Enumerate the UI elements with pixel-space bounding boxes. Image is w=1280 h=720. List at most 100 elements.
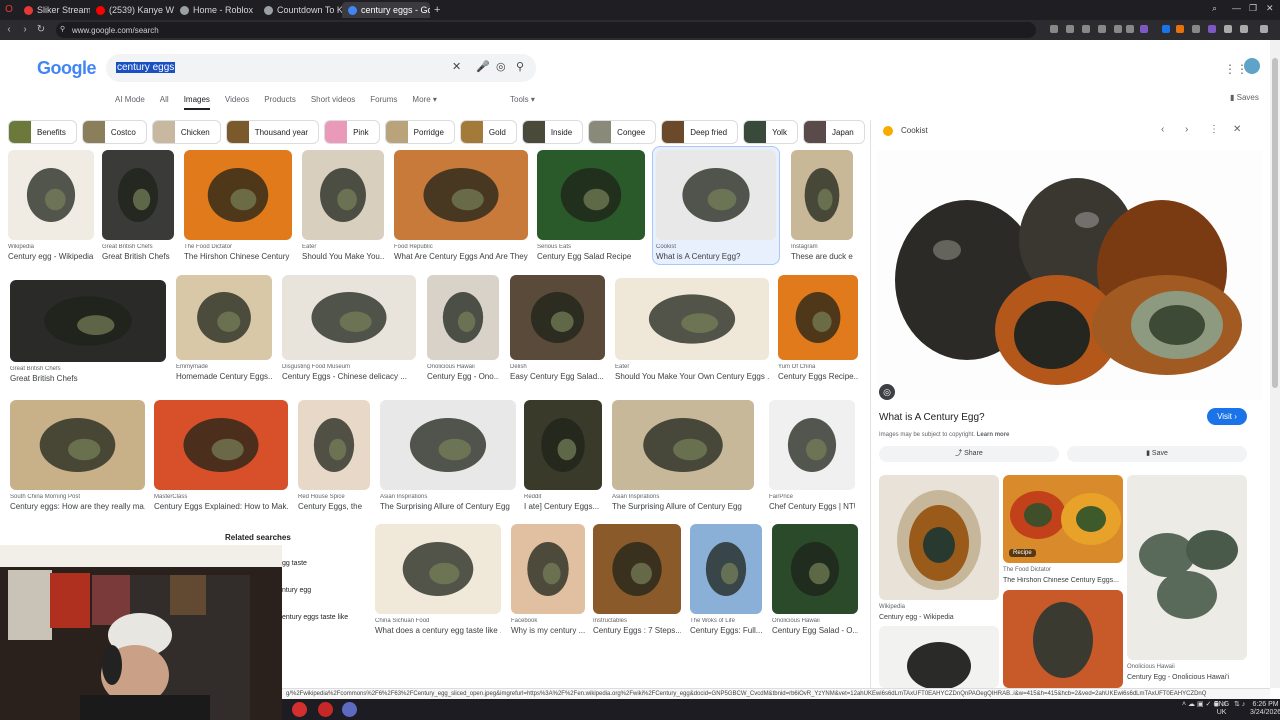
extension-icon[interactable] (1260, 25, 1268, 33)
image-result[interactable]: China Sichuan Food What does a century eg… (375, 524, 501, 635)
result-caption[interactable]: Should You Make You... (302, 252, 384, 261)
image-result[interactable]: Facebook Why is my century ... (511, 524, 585, 635)
related-image[interactable] (1003, 590, 1123, 688)
result-thumbnail[interactable] (511, 524, 585, 614)
search-tabs-icon[interactable]: ⌕ (1212, 3, 1217, 14)
extension-icon[interactable] (1050, 25, 1058, 33)
url-field[interactable]: ⚲ www.google.com/search (56, 22, 1036, 38)
image-result[interactable]: Reddit I ate] Century Eggs... (524, 400, 602, 511)
panel-title[interactable]: What is A Century Egg? (879, 412, 985, 423)
extension-icon[interactable] (1208, 25, 1216, 33)
result-caption[interactable]: The Surprising Allure of Century Egg (380, 502, 516, 511)
result-thumbnail[interactable] (612, 400, 754, 490)
result-caption[interactable]: I ate] Century Eggs... (524, 502, 602, 511)
image-result[interactable]: Asian Inspirations The Surprising Allure … (380, 400, 516, 511)
image-result[interactable]: Great British Chefs Great British Chefs (10, 280, 166, 383)
learn-more-link[interactable]: Learn more (977, 432, 1010, 438)
tab-videos[interactable]: Videos (225, 95, 249, 110)
image-result[interactable]: Onolicious Hawaii Century Egg Salad - O..… (772, 524, 858, 635)
image-result[interactable]: Emmymade Homemade Century Eggs... (176, 275, 272, 381)
result-caption[interactable]: Homemade Century Eggs... (176, 372, 272, 381)
tab-short-videos[interactable]: Short videos (311, 95, 355, 110)
image-result[interactable]: Disgusting Food Museum Century Eggs - Chi… (282, 275, 416, 381)
heart-icon[interactable] (1098, 25, 1106, 33)
result-thumbnail[interactable] (524, 400, 602, 490)
image-result[interactable]: Wikipedia Century egg - Wikipedia (8, 150, 94, 261)
avatar[interactable] (1244, 58, 1260, 74)
next-icon[interactable]: › (1185, 124, 1188, 135)
result-thumbnail[interactable] (778, 275, 858, 360)
result-thumbnail[interactable] (8, 150, 94, 240)
site-info-icon[interactable]: ⚲ (60, 25, 65, 33)
tab-products[interactable]: Products (264, 95, 296, 110)
result-thumbnail[interactable] (615, 278, 769, 360)
tab-all[interactable]: All (160, 95, 169, 110)
image-result[interactable]: The Food Dictator The Hirshon Chinese Cen… (184, 150, 292, 261)
tab-ai-mode[interactable]: AI Mode (115, 95, 145, 110)
panel-source[interactable]: Cookist (901, 126, 928, 135)
result-thumbnail[interactable] (282, 275, 416, 360)
result-thumbnail[interactable] (537, 150, 645, 240)
scrollbar-thumb[interactable] (1272, 58, 1278, 388)
image-result[interactable]: Instagram These are duck eg... (791, 150, 853, 261)
related-image[interactable] (1127, 475, 1247, 660)
save-button[interactable]: ▮ Save (1067, 446, 1247, 462)
back-icon[interactable]: ‹ (2, 23, 16, 37)
image-result[interactable]: MasterClass Century Eggs Explained: How t… (154, 400, 288, 511)
result-thumbnail[interactable] (769, 400, 855, 490)
result-thumbnail[interactable] (791, 150, 853, 240)
result-caption[interactable]: Century Eggs Recipe... (778, 372, 858, 381)
browser-tab[interactable]: Sliker Stream - Watch Liv (18, 2, 90, 18)
result-thumbnail[interactable] (427, 275, 499, 360)
result-thumbnail[interactable] (176, 275, 272, 360)
image-result[interactable]: FairPrice Chef Century Eggs | NTU... (769, 400, 855, 511)
app-taskbar-icon[interactable] (318, 702, 333, 717)
related-image[interactable] (879, 475, 999, 600)
visit-button[interactable]: Visit › (1207, 408, 1247, 425)
menu-icon[interactable] (1126, 25, 1134, 33)
result-thumbnail[interactable] (375, 524, 501, 614)
network-icon[interactable]: ⇅ ♪ (1234, 701, 1245, 709)
extension-icon[interactable] (1192, 25, 1200, 33)
camera-icon[interactable] (1066, 25, 1074, 33)
result-thumbnail[interactable] (394, 150, 528, 240)
result-caption[interactable]: Century eggs: How are they really ma... (10, 502, 145, 511)
result-thumbnail[interactable] (298, 400, 370, 490)
filter-chip[interactable]: Pink (324, 120, 380, 144)
google-logo[interactable]: Google (37, 58, 97, 79)
result-thumbnail[interactable] (593, 524, 681, 614)
related-caption[interactable]: The Hirshon Chinese Century Eggs... (1003, 577, 1123, 584)
result-caption[interactable]: The Hirshon Chinese Century ... (184, 252, 292, 261)
extension-icon[interactable] (1162, 25, 1170, 33)
filter-chip[interactable]: Porridge (384, 120, 455, 144)
image-result[interactable]: Great British Chefs Great British Chefs (102, 150, 174, 261)
result-caption[interactable]: The Surprising Allure of Century Egg (612, 502, 754, 511)
result-caption[interactable]: Easy Century Egg Salad... (510, 372, 605, 381)
filter-chip[interactable]: Yolk (743, 120, 798, 144)
result-thumbnail[interactable] (656, 150, 776, 240)
result-caption[interactable]: What is A Century Egg? (656, 252, 776, 261)
filter-chip[interactable]: Congee (588, 120, 657, 144)
filter-chip[interactable]: Benefits (8, 120, 77, 144)
result-thumbnail[interactable] (10, 400, 145, 490)
tab-more[interactable]: More ▾ (412, 95, 436, 110)
extension-icon[interactable] (1224, 25, 1232, 33)
close-panel-icon[interactable]: ✕ (1233, 124, 1241, 135)
extension-icon[interactable] (1240, 25, 1248, 33)
result-caption[interactable]: Chef Century Eggs | NTU... (769, 502, 855, 511)
result-caption[interactable]: These are duck eg... (791, 252, 853, 261)
image-result[interactable]: Red House Spice Century Eggs, the (298, 400, 370, 511)
result-caption[interactable]: Century Egg Salad Recipe (537, 252, 645, 261)
result-caption[interactable]: Century Eggs: Full... (690, 626, 762, 635)
image-result[interactable]: Asian Inspirations The Surprising Allure … (612, 400, 754, 511)
tab-forums[interactable]: Forums (370, 95, 397, 110)
result-caption[interactable]: Century Eggs : 7 Steps... (593, 626, 681, 635)
prev-icon[interactable]: ‹ (1161, 124, 1164, 135)
search-bar[interactable]: century eggs ✕ 🎤 ◎ ⚲ (106, 54, 536, 82)
result-caption[interactable]: What Are Century Eggs And Are They ... (394, 252, 528, 261)
tools-button[interactable]: Tools ▾ (510, 95, 535, 104)
result-thumbnail[interactable] (10, 280, 166, 362)
filter-chip[interactable]: Thousand year (225, 120, 320, 144)
result-caption[interactable]: Century Eggs, the (298, 502, 370, 511)
search-input[interactable]: century eggs (116, 62, 176, 73)
